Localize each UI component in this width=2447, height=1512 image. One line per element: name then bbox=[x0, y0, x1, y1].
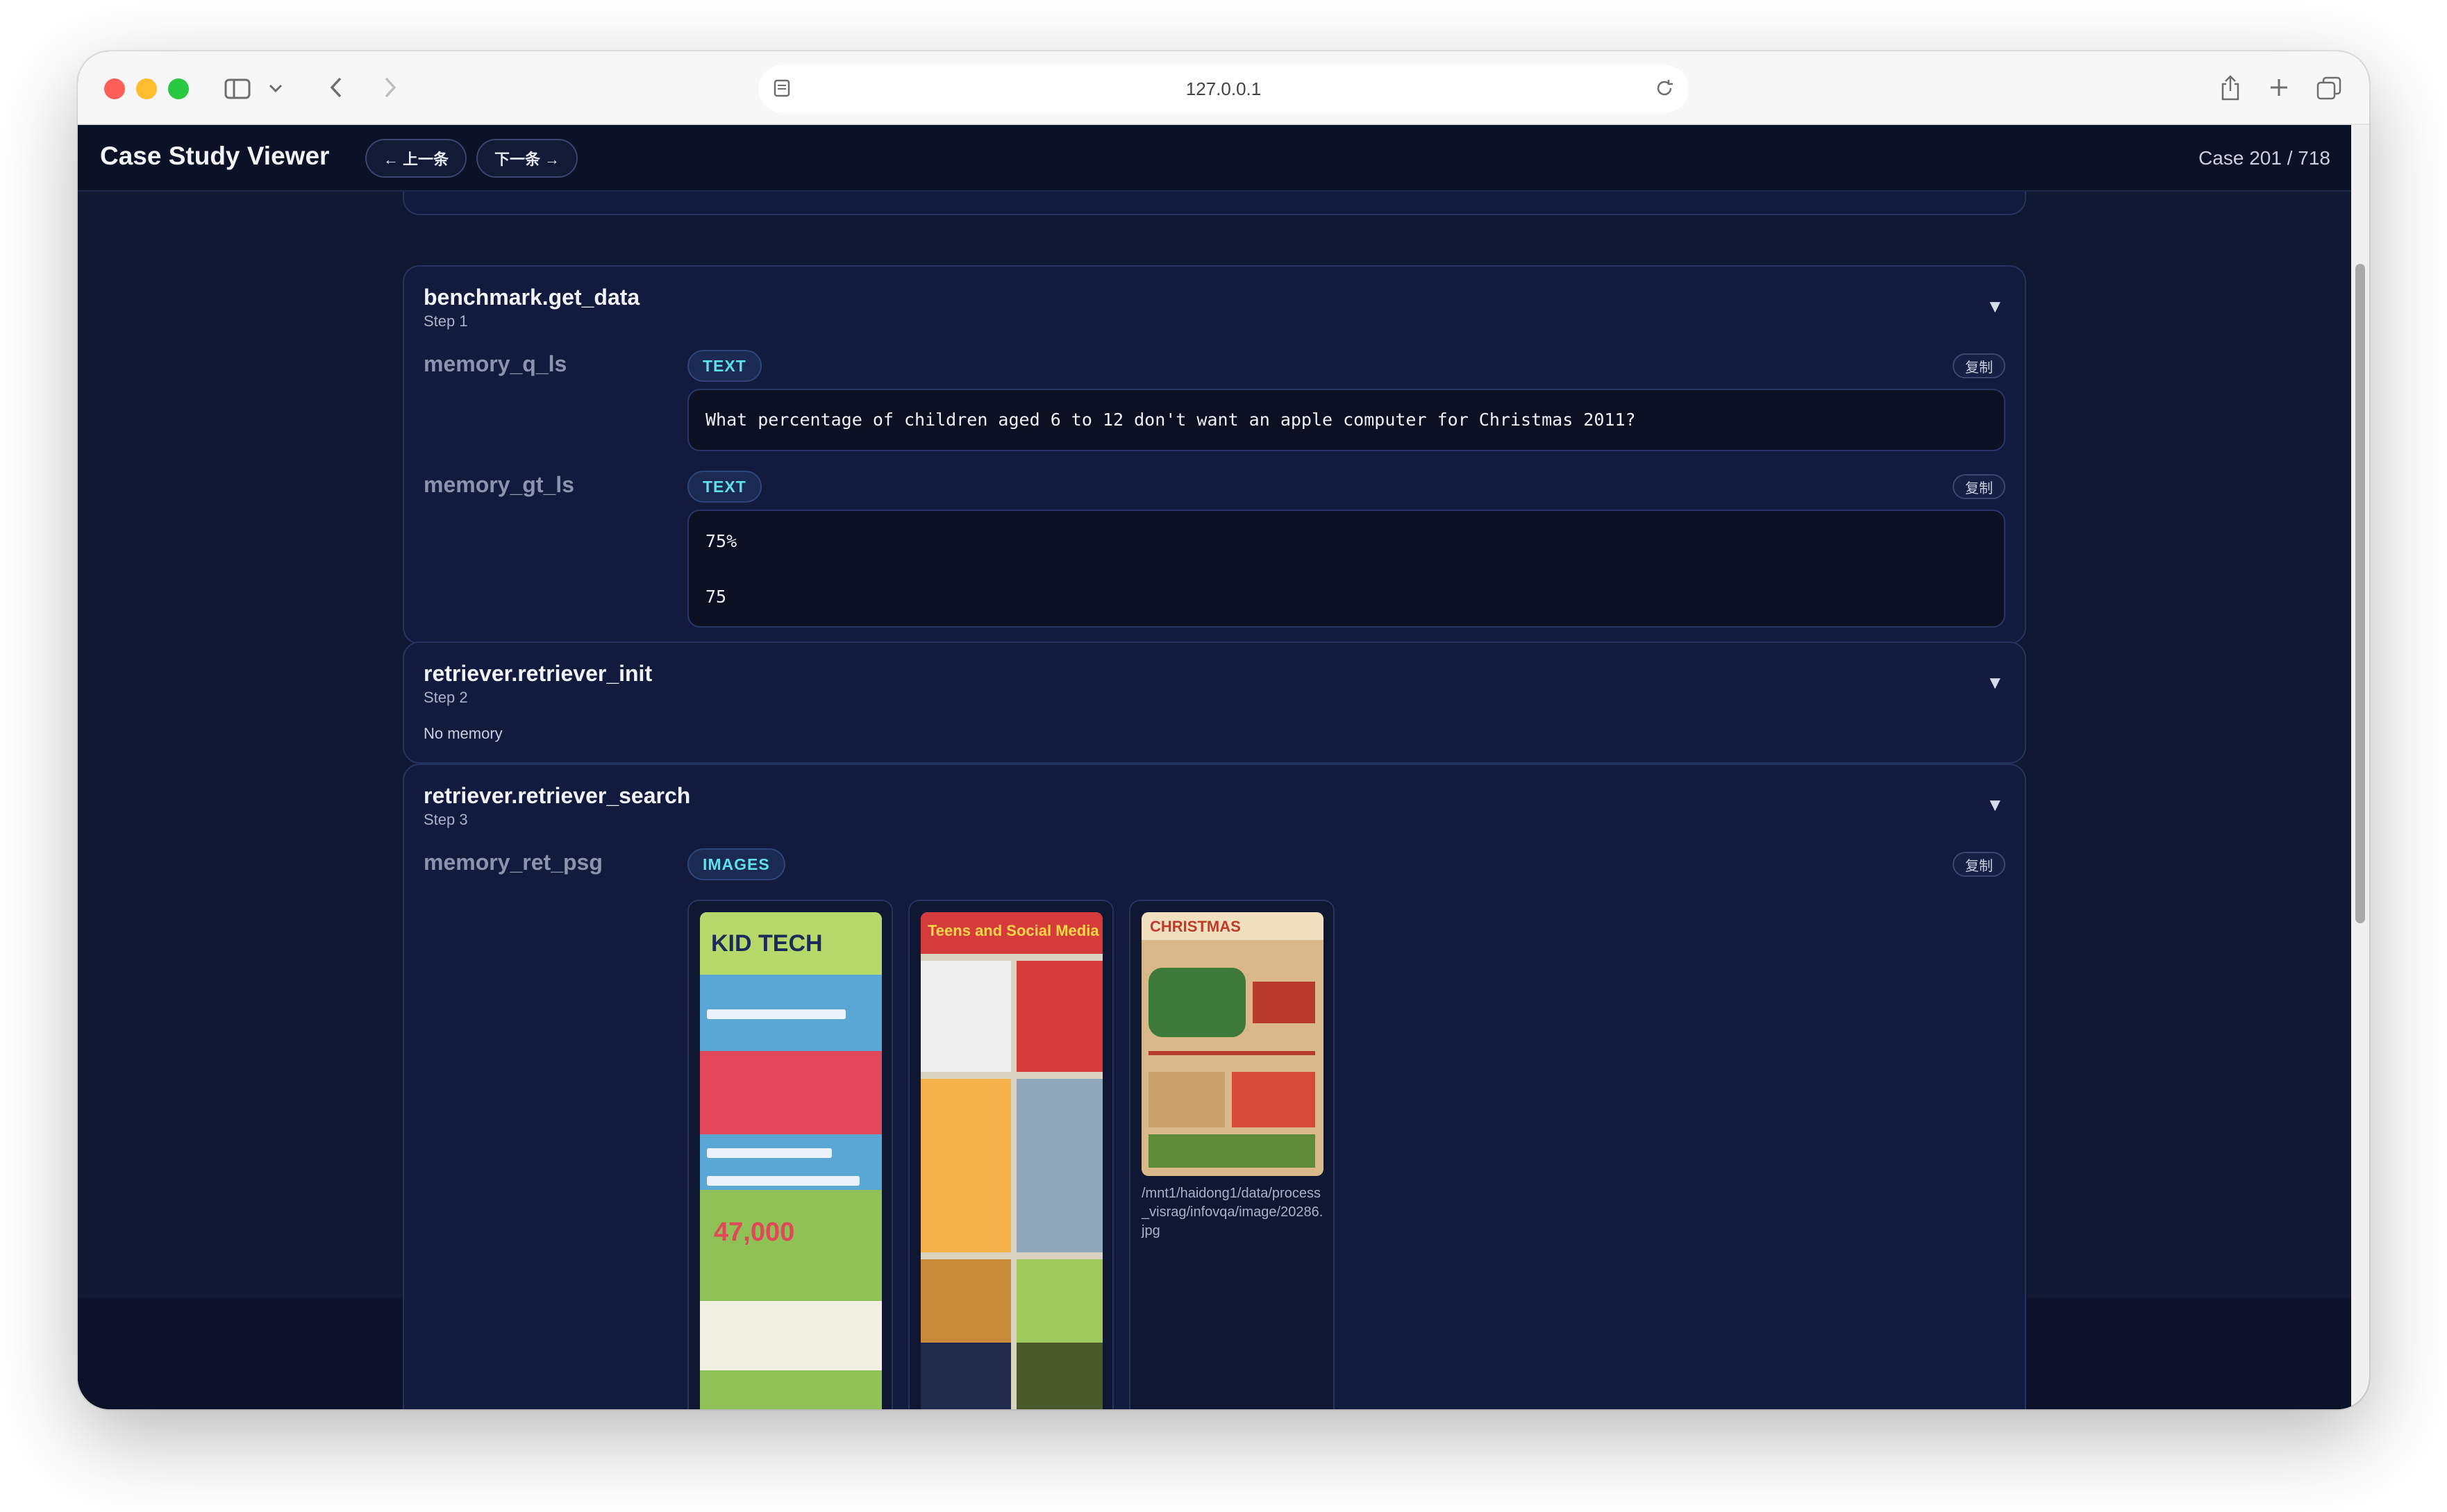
card-step: Step 3 bbox=[424, 811, 468, 828]
page-scrollbar[interactable] bbox=[2351, 125, 2369, 1409]
copy-button[interactable]: 复制 bbox=[1953, 474, 2005, 499]
infographic-thumbnail[interactable]: CHRISTMAS bbox=[1142, 912, 1323, 1176]
case-counter: Case 201 / 718 bbox=[2198, 147, 2330, 169]
card-title: benchmark.get_data bbox=[424, 285, 640, 310]
thumbnail-title: CHRISTMAS bbox=[1150, 918, 1241, 935]
address-text: 127.0.0.1 bbox=[1185, 78, 1262, 99]
copy-button[interactable]: 复制 bbox=[1953, 353, 2005, 378]
chevron-down-icon[interactable] bbox=[265, 78, 286, 99]
zoom-window-button[interactable] bbox=[168, 78, 189, 99]
back-icon[interactable] bbox=[321, 72, 351, 103]
infographic-thumbnail[interactable]: KID TECH 47,000 bbox=[700, 912, 882, 1409]
card-step: Step 2 bbox=[424, 689, 468, 706]
reload-icon[interactable] bbox=[1654, 78, 1675, 99]
sidebar-toggle-icon[interactable] bbox=[224, 75, 251, 103]
minimize-window-button[interactable] bbox=[136, 78, 157, 99]
new-tab-icon[interactable] bbox=[2265, 74, 2293, 101]
image-tile[interactable]: Teens and Social Media bbox=[908, 900, 1114, 1409]
card-title: retriever.retriever_search bbox=[424, 783, 691, 808]
address-bar[interactable]: 127.0.0.1 bbox=[758, 65, 1689, 112]
app-header: Case Study Viewer ← 上一条 下一条 → Case 201 /… bbox=[78, 125, 2351, 192]
card-step: Step 1 bbox=[424, 312, 468, 330]
image-tile[interactable]: CHRISTMAS /mnt1/haidong1/data/process_vi… bbox=[1129, 900, 1335, 1409]
image-tile[interactable]: KID TECH 47,000 bbox=[687, 900, 893, 1409]
prev-case-button[interactable]: ← 上一条 bbox=[365, 139, 467, 178]
answer-value: 75 bbox=[705, 587, 727, 607]
empty-memory-text: No memory bbox=[424, 725, 503, 742]
question-text-box[interactable]: What percentage of children aged 6 to 12… bbox=[687, 389, 2005, 451]
tab-overview-icon[interactable] bbox=[2314, 74, 2344, 103]
browser-toolbar: 127.0.0.1 bbox=[78, 51, 2369, 125]
field-label: memory_q_ls bbox=[424, 351, 567, 376]
previous-card-tail bbox=[403, 192, 2026, 215]
step-card-retriever-init: retriever.retriever_init Step 2 ▼ No mem… bbox=[403, 641, 2026, 764]
share-icon[interactable] bbox=[2215, 71, 2246, 104]
main-content: benchmark.get_data Step 1 ▼ memory_q_ls … bbox=[78, 192, 2351, 1409]
collapse-chevron-icon[interactable]: ▼ bbox=[1986, 794, 2004, 816]
browser-window: 127.0.0.1 Case Study Viewer ← 上一条 下一条 → … bbox=[78, 51, 2369, 1409]
answer-value: 75% bbox=[705, 531, 737, 551]
type-badge: TEXT bbox=[687, 471, 762, 503]
copy-button[interactable]: 复制 bbox=[1953, 852, 2005, 877]
infographic-thumbnail[interactable]: Teens and Social Media bbox=[921, 912, 1103, 1409]
question-text: What percentage of children aged 6 to 12… bbox=[705, 410, 1636, 430]
field-label: memory_gt_ls bbox=[424, 472, 574, 497]
app-title: Case Study Viewer bbox=[100, 142, 330, 170]
forward-icon[interactable] bbox=[375, 72, 406, 103]
type-badge: TEXT bbox=[687, 350, 762, 382]
close-window-button[interactable] bbox=[104, 78, 125, 99]
step-card-retriever-search: retriever.retriever_search Step 3 ▼ memo… bbox=[403, 764, 2026, 1409]
type-badge: IMAGES bbox=[687, 848, 785, 880]
next-case-button[interactable]: 下一条 → bbox=[476, 139, 578, 178]
collapse-chevron-icon[interactable]: ▼ bbox=[1986, 672, 2004, 694]
collapse-chevron-icon[interactable]: ▼ bbox=[1986, 296, 2004, 317]
thumbnail-title: Teens and Social Media bbox=[928, 922, 1099, 939]
thumbnail-title: KID TECH bbox=[711, 930, 823, 957]
card-title: retriever.retriever_init bbox=[424, 661, 653, 686]
scrollbar-thumb[interactable] bbox=[2355, 264, 2365, 923]
step-card-get-data: benchmark.get_data Step 1 ▼ memory_q_ls … bbox=[403, 265, 2026, 644]
answer-text-box[interactable]: 75% 75 bbox=[687, 510, 2005, 628]
page-menu-icon[interactable] bbox=[774, 79, 790, 97]
image-path: /mnt1/haidong1/data/process_visrag/infov… bbox=[1142, 1186, 1323, 1238]
field-label: memory_ret_psg bbox=[424, 850, 603, 875]
